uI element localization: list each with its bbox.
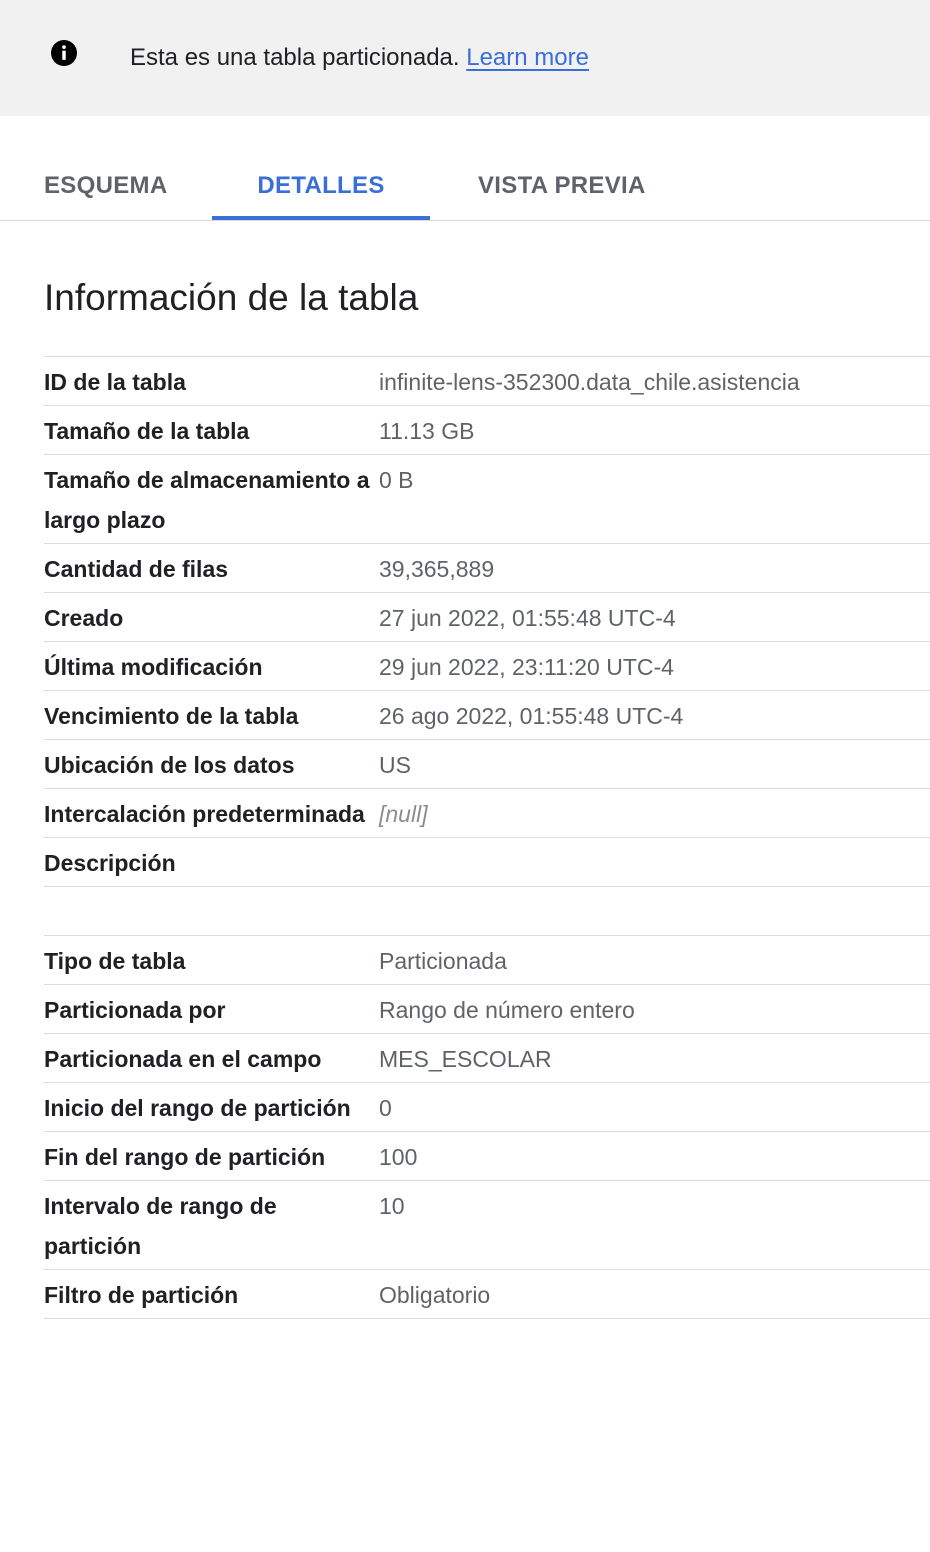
row-label: Inicio del rango de partición [44, 1095, 351, 1121]
row-label: Tamaño de la tabla [44, 418, 250, 444]
tab-bar: ESQUEMA DETALLES VISTA PREVIA [0, 116, 930, 221]
row-value: infinite-lens-352300.data_chile.asistenc… [379, 369, 800, 395]
row-label: Fin del rango de partición [44, 1144, 326, 1170]
tab-vista-previa[interactable]: VISTA PREVIA [478, 172, 648, 220]
row-value: Obligatorio [379, 1282, 491, 1308]
tab-detalles[interactable]: DETALLES [212, 172, 430, 220]
row-label: Cantidad de filas [44, 556, 229, 582]
row-label: Última modificación [44, 654, 263, 680]
partition-info-row: Particionada en el campo MES_ESCOLAR [44, 1033, 930, 1082]
page-title: Información de la tabla [44, 277, 419, 318]
row-label: Descripción [44, 850, 176, 876]
table-info-row: Tamaño de la tabla 11.13 GB [44, 405, 930, 454]
row-value: 11.13 GB [379, 418, 475, 444]
partition-info-row: Fin del rango de partición 100 [44, 1131, 930, 1180]
row-value: 10 [379, 1193, 405, 1219]
row-value: 39,365,889 [379, 556, 495, 582]
tab-esquema[interactable]: ESQUEMA [44, 172, 167, 220]
table-info-row: Intercalación predeterminada [null] [44, 788, 930, 837]
row-label: ID de la tabla [44, 369, 186, 395]
row-value: MES_ESCOLAR [379, 1046, 552, 1072]
banner-text: Esta es una tabla particionada. Learn mo… [130, 42, 589, 74]
partition-info-row: Particionada por Rango de número entero [44, 984, 930, 1033]
row-value: Rango de número entero [379, 997, 635, 1023]
table-info-row: Descripción [44, 837, 930, 887]
row-label: Tipo de tabla [44, 948, 186, 974]
row-label: Creado [44, 605, 124, 631]
table-info-row: Cantidad de filas 39,365,889 [44, 543, 930, 592]
row-label: Tamaño de almacenamiento a largo plazo [44, 467, 370, 533]
table-info-row: Creado 27 jun 2022, 01:55:48 UTC-4 [44, 592, 930, 641]
table-info-row: Última modificación 29 jun 2022, 23:11:20… [44, 641, 930, 690]
row-label: Intervalo de rango de partición [44, 1193, 277, 1259]
row-label: Vencimiento de la tabla [44, 703, 299, 729]
row-label: Particionada en el campo [44, 1046, 322, 1072]
row-label: Intercalación predeterminada [44, 801, 365, 827]
partition-info-section: Tipo de tabla Particionada Particionada po… [44, 935, 930, 1319]
row-value: 26 ago 2022, 01:55:48 UTC-4 [379, 703, 684, 729]
partition-info-row: Tipo de tabla Particionada [44, 935, 930, 984]
partition-info-row: Filtro de partición Obligatorio [44, 1269, 930, 1319]
banner-message: Esta es una tabla particionada. [130, 44, 460, 71]
row-value: [null] [379, 801, 428, 827]
info-banner: Esta es una tabla particionada. Learn mo… [0, 0, 930, 116]
info-icon [51, 40, 77, 66]
row-value [379, 838, 930, 886]
row-value: 100 [379, 1144, 418, 1170]
row-label: Particionada por [44, 997, 226, 1023]
table-info-row: Tamaño de almacenamiento a largo plazo 0 … [44, 454, 930, 543]
row-label: Filtro de partición [44, 1282, 239, 1308]
learn-more-link[interactable]: Learn more [466, 44, 589, 71]
row-value: 29 jun 2022, 23:11:20 UTC-4 [379, 654, 674, 680]
details-table: ID de la tabla infinite-lens-352300.data_… [44, 356, 930, 1319]
row-value: 27 jun 2022, 01:55:48 UTC-4 [379, 605, 676, 631]
row-value: 0 [379, 1095, 392, 1121]
table-info-row: Vencimiento de la tabla 26 ago 2022, 01:5… [44, 690, 930, 739]
table-info-section: ID de la tabla infinite-lens-352300.data_… [44, 356, 930, 887]
table-info-row: Ubicación de los datos US [44, 739, 930, 788]
row-value: Particionada [379, 948, 507, 974]
partition-info-row: Inicio del rango de partición 0 [44, 1082, 930, 1131]
partition-info-row: Intervalo de rango de partición 10 [44, 1180, 930, 1269]
row-value: 0 B [379, 467, 414, 493]
row-label: Ubicación de los datos [44, 752, 295, 778]
table-info-row: ID de la tabla infinite-lens-352300.data_… [44, 356, 930, 405]
row-value: US [379, 752, 411, 778]
